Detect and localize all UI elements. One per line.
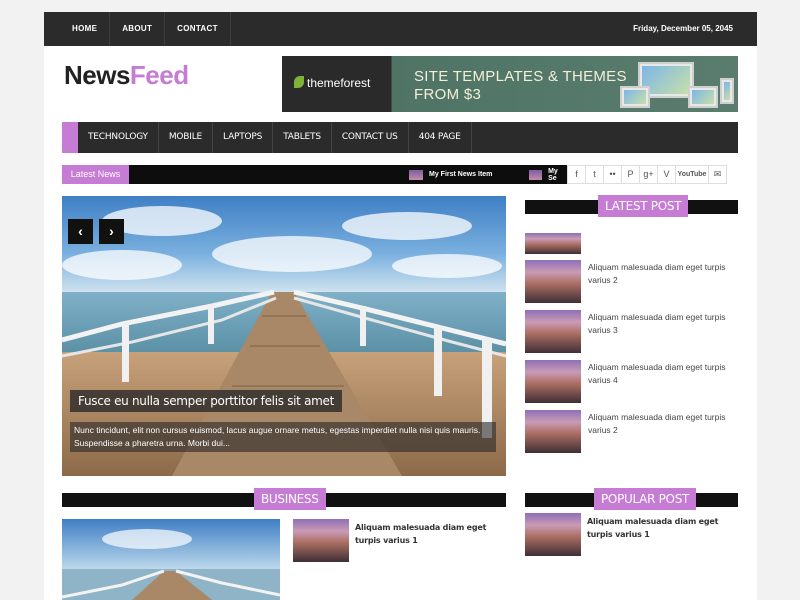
youtube-icon[interactable]: YouTube — [675, 165, 709, 184]
ticker-item-text: My First News Item — [429, 171, 493, 178]
latest-post-item[interactable]: Aliquam malesuada diam eget turpis variu… — [588, 261, 743, 287]
latest-post-item[interactable]: Aliquam malesuada diam eget turpis variu… — [588, 361, 743, 387]
chevron-left-icon: ‹ — [78, 223, 83, 239]
top-bar: HOME ABOUT CONTACT Friday, December 05, … — [44, 12, 757, 46]
nav-mobile[interactable]: MOBILE — [159, 122, 214, 153]
nav-tablets[interactable]: TABLETS — [273, 122, 332, 153]
banner-brand: themeforest — [294, 76, 370, 90]
banner-subline: FROM $3 — [414, 86, 482, 103]
business-title: BUSINESS — [254, 488, 326, 510]
facebook-icon[interactable]: f — [567, 165, 586, 184]
site-logo[interactable]: NewsFeed — [64, 60, 189, 91]
slider-prev-button[interactable]: ‹ — [68, 219, 93, 244]
nav-404-page[interactable]: 404 PAGE — [409, 122, 472, 153]
ticker-item[interactable]: My Se — [529, 167, 567, 182]
leaf-icon — [294, 76, 304, 88]
news-ticker: Latest News My First News Item My Se — [62, 165, 567, 184]
post-thumbnail[interactable] — [525, 233, 581, 254]
social-icons: f t •• P g+ V YouTube ✉ — [567, 165, 727, 184]
nav-contact-us[interactable]: CONTACT US — [332, 122, 409, 153]
post-thumbnail[interactable] — [293, 519, 349, 562]
post-thumbnail[interactable] — [525, 360, 581, 403]
slider-caption-title[interactable]: Fusce eu nulla semper porttitor felis si… — [70, 390, 343, 412]
page-wrapper: HOME ABOUT CONTACT Friday, December 05, … — [44, 12, 757, 600]
chevron-right-icon: › — [109, 223, 114, 239]
slider-next-button[interactable]: › — [99, 219, 124, 244]
main-nav: TECHNOLOGY MOBILE LAPTOPS TABLETS CONTAC… — [62, 122, 738, 153]
phone-icon — [720, 78, 734, 104]
popular-post-title: POPULAR POST — [594, 488, 697, 510]
vimeo-icon[interactable]: V — [657, 165, 676, 184]
post-thumbnail[interactable] — [525, 410, 581, 453]
logo-part-1: News — [64, 60, 130, 90]
business-feature-image[interactable] — [62, 519, 280, 600]
banner-headline: SITE TEMPLATES & THEMES — [414, 68, 627, 85]
nav-accent — [62, 122, 78, 153]
popular-post-item[interactable]: Aliquam malesuada diam eget turpis variu… — [587, 515, 742, 541]
ticker-item-text: My Se — [548, 167, 558, 182]
nav-technology[interactable]: TECHNOLOGY — [78, 122, 159, 153]
latest-post-item[interactable]: Aliquam malesuada diam eget turpis variu… — [588, 311, 743, 337]
post-thumbnail[interactable] — [525, 310, 581, 353]
post-thumbnail[interactable] — [525, 513, 581, 556]
laptop-icon — [688, 86, 718, 108]
latest-post-header: LATEST POST — [525, 195, 738, 217]
top-nav-home[interactable]: HOME — [60, 12, 111, 46]
business-post-item[interactable]: Aliquam malesuada diam eget turpis variu… — [355, 521, 510, 547]
business-header: BUSINESS — [62, 488, 506, 510]
ad-banner[interactable]: themeforest SITE TEMPLATES & THEMES FROM… — [282, 56, 738, 112]
top-nav-contact[interactable]: CONTACT — [165, 12, 231, 46]
ticker-thumb — [529, 169, 543, 180]
pinterest-icon[interactable]: P — [621, 165, 640, 184]
latest-post-item[interactable]: Aliquam malesuada diam eget turpis variu… — [588, 411, 743, 437]
ticker-item[interactable]: My First News Item — [409, 169, 492, 180]
featured-slider[interactable]: ‹ › Fusce eu nulla semper porttitor feli… — [62, 196, 506, 476]
latest-post-title: LATEST POST — [598, 195, 689, 217]
tablet-icon — [620, 86, 650, 108]
top-nav: HOME ABOUT CONTACT — [60, 12, 231, 46]
logo-part-2: Feed — [129, 60, 189, 90]
nav-laptops[interactable]: LAPTOPS — [213, 122, 274, 153]
ticker-thumb — [409, 169, 423, 180]
slider-caption-body: Nunc tincidunt, elit non cursus euismod,… — [70, 422, 496, 452]
flickr-icon[interactable]: •• — [603, 165, 622, 184]
google-plus-icon[interactable]: g+ — [639, 165, 658, 184]
current-date: Friday, December 05, 2045 — [633, 24, 733, 33]
post-thumbnail[interactable] — [525, 260, 581, 303]
ticker-label: Latest News — [62, 165, 129, 184]
twitter-icon[interactable]: t — [585, 165, 604, 184]
banner-brand-text: themeforest — [307, 76, 371, 90]
mail-icon[interactable]: ✉ — [708, 165, 727, 184]
popular-post-header: POPULAR POST — [525, 488, 738, 510]
top-nav-about[interactable]: ABOUT — [110, 12, 166, 46]
